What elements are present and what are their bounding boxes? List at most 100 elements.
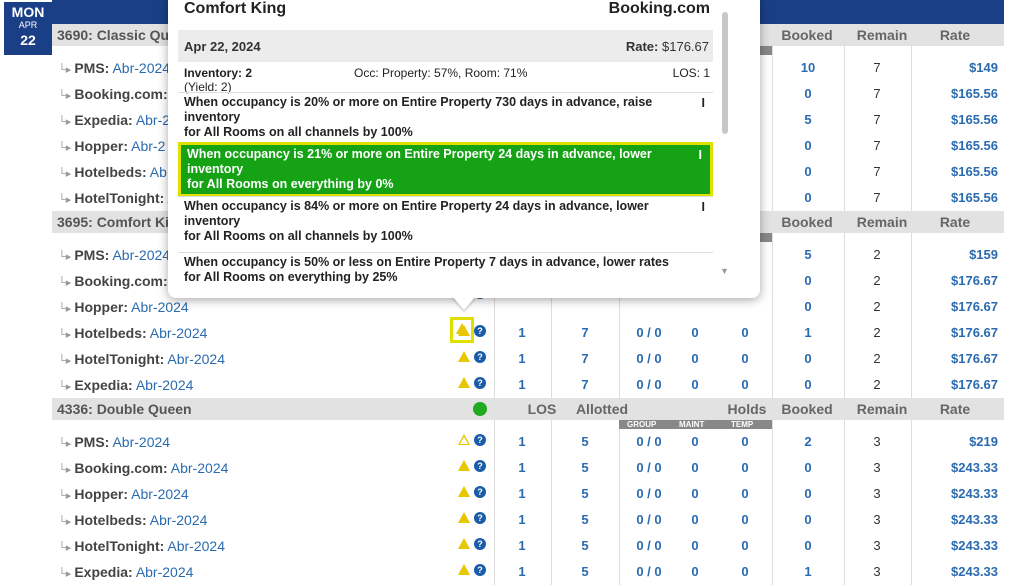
cell-booked[interactable]: 0: [788, 486, 828, 501]
month-link[interactable]: Abr-2: [131, 138, 165, 154]
tree-expand-icon[interactable]: └▸: [58, 116, 71, 128]
cell-maint[interactable]: 0: [675, 512, 715, 527]
channel-name[interactable]: └▸ Expedia: Abr-2024: [58, 564, 193, 580]
cell-booked[interactable]: 1: [788, 325, 828, 340]
tree-expand-icon[interactable]: └▸: [58, 568, 71, 580]
month-link[interactable]: Abr-2024: [150, 512, 208, 528]
cell-hold[interactable]: 0 / 0: [624, 564, 674, 579]
cell-hold[interactable]: 0 / 0: [624, 434, 674, 449]
cell-booked[interactable]: 0: [788, 460, 828, 475]
table-row[interactable]: └▸ Hotelbeds: Abr-2024? 1 5 0 / 0 0 0 0 3 $243.33: [52, 507, 1004, 533]
cell-rate[interactable]: $176.67: [951, 299, 998, 314]
cell-booked[interactable]: 0: [788, 351, 828, 366]
channel-name[interactable]: └▸ Booking.com: Abr-2024: [58, 460, 228, 476]
help-icon[interactable]: ?: [474, 460, 486, 472]
cell-allot[interactable]: 7: [565, 377, 605, 392]
cell-maint[interactable]: 0: [675, 377, 715, 392]
cell-los[interactable]: 1: [502, 486, 542, 501]
cell-temp[interactable]: 0: [725, 460, 765, 475]
month-link[interactable]: Abr-2024: [131, 486, 189, 502]
popup-scrollbar[interactable]: ▼: [720, 8, 730, 276]
tree-expand-icon[interactable]: └▸: [58, 277, 71, 289]
cell-maint[interactable]: 0: [675, 460, 715, 475]
cell-los[interactable]: 1: [502, 325, 542, 340]
cell-rate[interactable]: $219: [969, 434, 998, 449]
cell-temp[interactable]: 0: [725, 377, 765, 392]
cell-rate[interactable]: $176.67: [951, 351, 998, 366]
cell-hold[interactable]: 0 / 0: [624, 325, 674, 340]
help-icon[interactable]: ?: [474, 377, 486, 389]
warning-icon[interactable]: [458, 351, 470, 362]
month-link[interactable]: Abr-2024: [112, 60, 170, 76]
cell-hold[interactable]: 0 / 0: [624, 538, 674, 553]
yield-rule-item[interactable]: When occupancy is 21% or more on Entire …: [178, 142, 713, 197]
cell-los[interactable]: 1: [502, 351, 542, 366]
table-row[interactable]: └▸ Booking.com: Abr-2024? 1 5 0 / 0 0 0 0 3 $243.…: [52, 455, 1004, 481]
cell-hold[interactable]: 0 / 0: [624, 377, 674, 392]
help-icon[interactable]: ?: [474, 512, 486, 524]
tree-expand-icon[interactable]: └▸: [58, 490, 71, 502]
cell-booked[interactable]: 0: [788, 538, 828, 553]
warning-icon[interactable]: [458, 564, 470, 575]
rule-info-icon[interactable]: I: [702, 200, 705, 215]
cell-booked[interactable]: 1: [788, 564, 828, 579]
cell-booked[interactable]: 10: [788, 60, 828, 75]
warning-icon[interactable]: [458, 538, 470, 549]
month-link[interactable]: Abr-2: [136, 112, 170, 128]
cell-booked[interactable]: 2: [788, 434, 828, 449]
table-row[interactable]: └▸ Expedia: Abr-2024? 1 7 0 / 0 0 0 0 2 $176.67: [52, 372, 1004, 398]
table-row[interactable]: └▸ Expedia: Abr-2024? 1 5 0 / 0 0 0 1 3 $243.33: [52, 559, 1004, 585]
cell-los[interactable]: 1: [502, 564, 542, 579]
cell-booked[interactable]: 5: [788, 247, 828, 262]
help-icon[interactable]: ?: [474, 325, 486, 337]
cell-allot[interactable]: 5: [565, 486, 605, 501]
channel-name[interactable]: └▸ Expedia: Abr-2024: [58, 377, 193, 393]
cell-maint[interactable]: 0: [675, 564, 715, 579]
warning-icon[interactable]: [458, 434, 470, 445]
cell-temp[interactable]: 0: [725, 512, 765, 527]
cell-booked[interactable]: 0: [788, 273, 828, 288]
month-link[interactable]: Abr-2024: [112, 434, 170, 450]
channel-name[interactable]: └▸ Hopper: Abr-2024: [58, 486, 189, 502]
warning-icon[interactable]: [458, 486, 470, 497]
cell-maint[interactable]: 0: [675, 538, 715, 553]
cell-allot[interactable]: 5: [565, 538, 605, 553]
cell-hold[interactable]: 0 / 0: [624, 512, 674, 527]
help-icon[interactable]: ?: [474, 351, 486, 363]
tree-expand-icon[interactable]: └▸: [58, 142, 71, 154]
yield-rule-item[interactable]: When occupancy is 84% or more on Entire …: [178, 196, 713, 246]
table-row[interactable]: └▸ Hotelbeds: Abr-2024? 1 7 0 / 0 0 0 1 2 $176.67: [52, 320, 1004, 346]
selected-warning-highlight[interactable]: [450, 317, 474, 343]
cell-los[interactable]: 1: [502, 460, 542, 475]
channel-name[interactable]: └▸ PMS: Abr-2024: [58, 60, 170, 76]
cell-hold[interactable]: 0 / 0: [624, 351, 674, 366]
month-link[interactable]: Abr-2024: [150, 325, 208, 341]
tree-expand-icon[interactable]: └▸: [58, 64, 71, 76]
channel-name[interactable]: └▸ Hotelbeds: Abr-2024: [58, 325, 207, 341]
cell-maint[interactable]: 0: [675, 434, 715, 449]
tree-expand-icon[interactable]: └▸: [58, 194, 71, 206]
tree-expand-icon[interactable]: └▸: [58, 251, 71, 263]
cell-rate[interactable]: $149: [969, 60, 998, 75]
cell-los[interactable]: 1: [502, 512, 542, 527]
channel-name[interactable]: └▸Booking.com: A: [58, 86, 180, 102]
channel-name[interactable]: └▸ HotelTonight: Abr-2024: [58, 351, 225, 367]
channel-name[interactable]: └▸ PMS: Abr-2024: [58, 247, 170, 263]
channel-name[interactable]: └▸ Hopper: Abr-2: [58, 138, 165, 154]
table-row[interactable]: └▸ HotelTonight: Abr-2024? 1 5 0 / 0 0 0 0 3 $243…: [52, 533, 1004, 559]
cell-hold[interactable]: 0 / 0: [624, 460, 674, 475]
cell-temp[interactable]: 0: [725, 538, 765, 553]
channel-name[interactable]: └▸ Hopper: Abr-2024: [58, 299, 189, 315]
month-link[interactable]: Abr-2024: [136, 564, 194, 580]
yield-rule-item[interactable]: When occupancy is 20% or more on Entire …: [178, 92, 713, 142]
channel-name[interactable]: └▸HotelTonight: A: [58, 190, 177, 206]
cell-los[interactable]: 1: [502, 434, 542, 449]
month-link[interactable]: Abr-2024: [136, 377, 194, 393]
tree-expand-icon[interactable]: └▸: [58, 303, 71, 315]
tree-expand-icon[interactable]: └▸: [58, 516, 71, 528]
month-link[interactable]: Ab: [150, 164, 167, 180]
help-icon[interactable]: ?: [474, 538, 486, 550]
month-link[interactable]: Abr-2024: [131, 299, 189, 315]
cell-rate[interactable]: $243.33: [951, 564, 998, 579]
tree-expand-icon[interactable]: └▸: [58, 90, 71, 102]
